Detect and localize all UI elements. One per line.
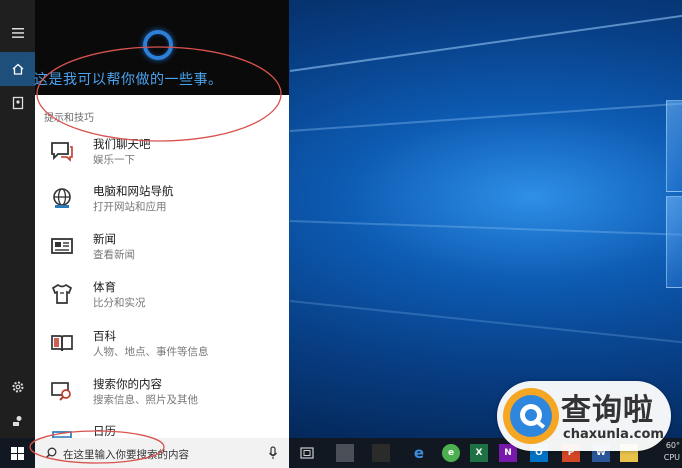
- cortana-ring-icon: [143, 30, 173, 60]
- item-title: 百科: [93, 329, 116, 343]
- list-item-navigation[interactable]: 电脑和网站导航 打开网站和应用: [36, 178, 289, 222]
- jersey-icon: [51, 283, 73, 304]
- edge-browser-icon[interactable]: e: [410, 444, 428, 462]
- item-subtitle: 查看新闻: [93, 249, 135, 261]
- home-button[interactable]: [0, 52, 35, 86]
- item-title: 体育: [93, 280, 116, 294]
- chat-icon: [51, 142, 73, 162]
- windows-logo-icon: [11, 446, 24, 460]
- cortana-sidebar: [0, 0, 35, 438]
- microphone-icon[interactable]: [268, 446, 278, 460]
- list-item-calendar[interactable]: 日历: [36, 418, 289, 438]
- list-item-search-content[interactable]: 搜索你的内容 搜索信息、照片及其他: [36, 371, 289, 415]
- cpu-label: CPU: [663, 453, 680, 462]
- notebook-icon: [12, 96, 23, 110]
- taskbar-search-box[interactable]: 在这里输入你要搜索的内容: [35, 438, 289, 468]
- feedback-button[interactable]: [0, 404, 35, 438]
- search-placeholder: 在这里输入你要搜索的内容: [63, 449, 189, 461]
- book-icon: [51, 335, 73, 352]
- watermark-text: 查询啦: [561, 393, 654, 428]
- item-subtitle: 打开网站和应用: [93, 201, 167, 213]
- excel-icon[interactable]: X: [470, 444, 488, 462]
- cortana-panel: 这是我可以帮你做的一些事。 提示和技巧 我们聊天吧 娱乐一下 电脑和网站导航 打…: [0, 0, 289, 438]
- list-item-news[interactable]: 新闻 查看新闻: [36, 226, 289, 270]
- item-title: 搜索你的内容: [93, 377, 162, 391]
- greeting-text: 这是我可以帮你做的一些事。: [34, 72, 223, 88]
- item-subtitle: 搜索信息、照片及其他: [93, 394, 198, 406]
- item-subtitle: 人物、地点、事件等信息: [93, 346, 209, 358]
- app-icon[interactable]: [372, 444, 390, 462]
- watermark-url: chaxunla.com: [563, 427, 664, 442]
- browser-icon[interactable]: e: [442, 444, 460, 462]
- home-icon: [12, 63, 23, 75]
- watermark-logo: [503, 388, 559, 444]
- item-subtitle: 娱乐一下: [93, 154, 135, 166]
- globe-icon: [53, 188, 71, 208]
- item-title: 新闻: [93, 232, 116, 246]
- item-title: 电脑和网站导航: [93, 184, 174, 198]
- item-title: 日历: [93, 424, 116, 438]
- temperature-readout: 60°: [665, 441, 680, 450]
- section-label: 提示和技巧: [44, 113, 94, 124]
- search-icon: [45, 447, 57, 459]
- settings-button[interactable]: [0, 370, 35, 404]
- watermark: 查询啦 chaxunla.com: [497, 381, 671, 451]
- item-subtitle: 比分和实况: [93, 297, 146, 309]
- task-view-icon[interactable]: [298, 444, 316, 462]
- news-icon: [51, 238, 73, 254]
- list-item-chat[interactable]: 我们聊天吧 娱乐一下: [36, 131, 289, 175]
- system-tray: 60° CPU: [664, 440, 680, 464]
- notebook-button[interactable]: [0, 86, 35, 120]
- list-item-encyclopedia[interactable]: 百科 人物、地点、事件等信息: [36, 323, 289, 367]
- search-content-icon: [51, 382, 71, 401]
- hamburger-menu-button[interactable]: [0, 16, 35, 50]
- gear-icon: [12, 381, 23, 393]
- store-app-icon[interactable]: [336, 444, 354, 462]
- feedback-icon: [12, 416, 21, 426]
- start-button[interactable]: [0, 438, 35, 468]
- item-title: 我们聊天吧: [93, 137, 151, 151]
- calendar-icon: [52, 431, 72, 438]
- hamburger-icon: [11, 28, 24, 38]
- list-item-sports[interactable]: 体育 比分和实况: [36, 274, 289, 318]
